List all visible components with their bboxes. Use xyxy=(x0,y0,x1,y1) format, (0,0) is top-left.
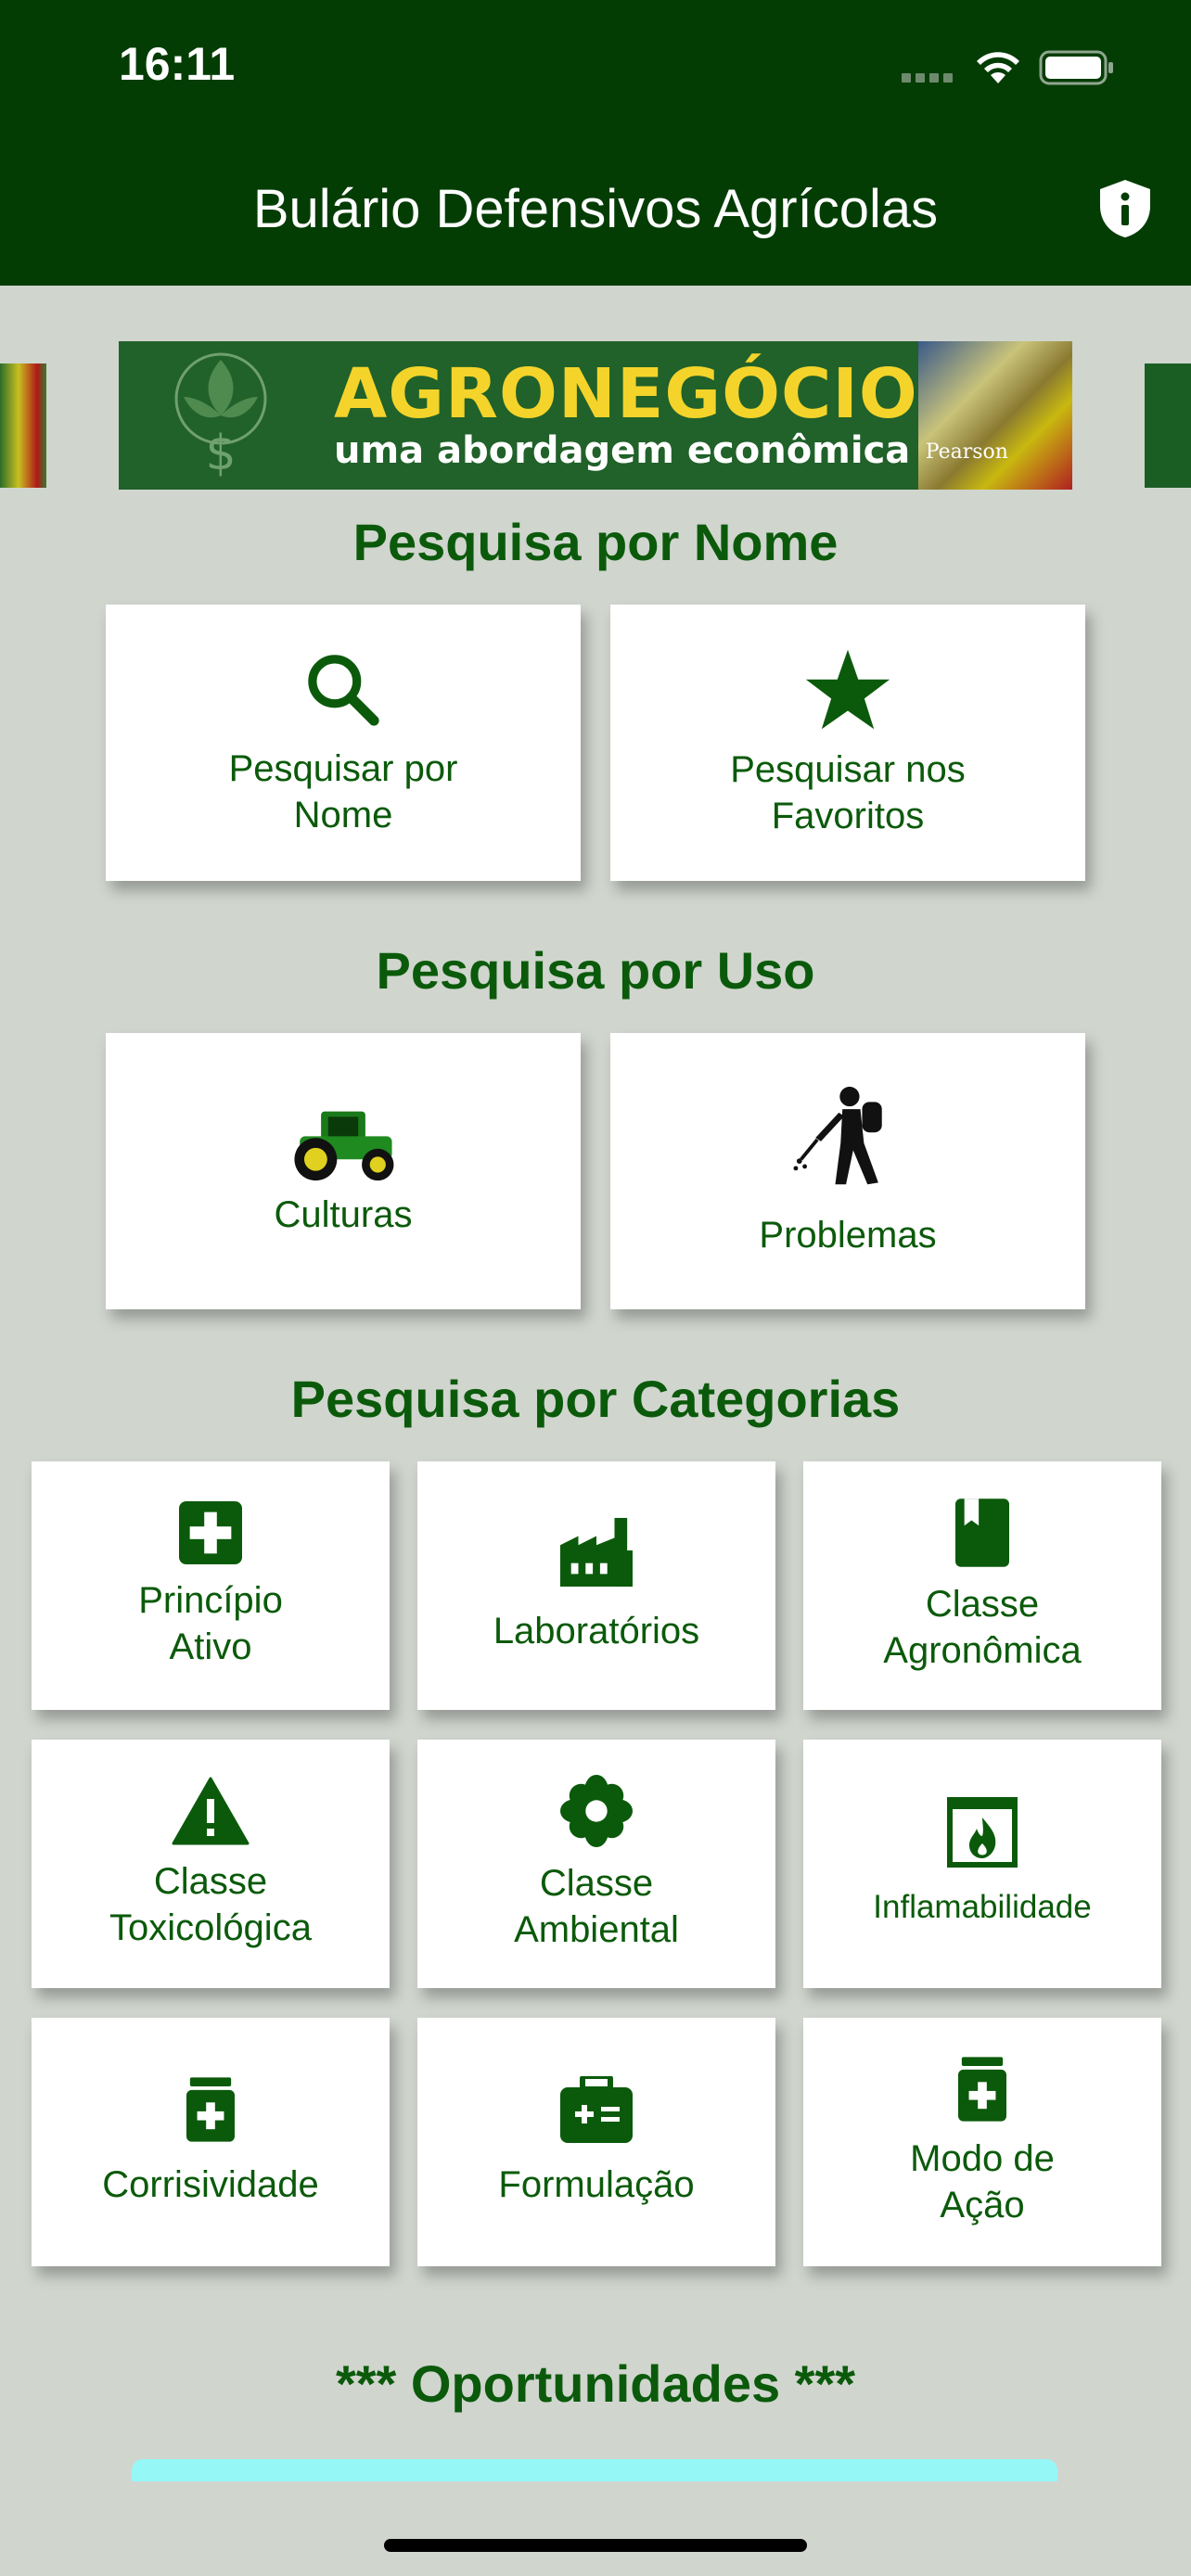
toxicological-class-label: Classe Toxicológica xyxy=(109,1861,312,1948)
opportunities-banner[interactable] xyxy=(132,2459,1057,2481)
flammability-card[interactable]: Inflamabilidade xyxy=(803,1740,1161,1988)
banner-logo: $ xyxy=(119,341,323,490)
flammability-label: Inflamabilidade xyxy=(873,1889,1092,1925)
mode-of-action-card[interactable]: Modo de Ação xyxy=(803,2018,1161,2266)
section-title-opportunities: *** Oportunidades *** xyxy=(335,2354,856,2413)
agronomic-class-card[interactable]: Classe Agronômica xyxy=(803,1461,1161,1710)
toxicological-class-card[interactable]: Classe Toxicológica xyxy=(32,1740,390,1988)
active-ingredient-label: Princípio Ativo xyxy=(138,1580,283,1667)
problems-label: Problemas xyxy=(759,1215,937,1256)
flower-icon xyxy=(560,1775,633,1847)
banner-text: AGRONEGÓCIO uma abordagem econômica xyxy=(323,341,918,490)
page-title: Bulário Defensivos Agrícolas xyxy=(252,179,939,239)
book-icon xyxy=(955,1498,1009,1568)
battery-icon xyxy=(1039,50,1113,85)
corrosivity-card[interactable]: Corrisividade xyxy=(32,2018,390,2266)
banner-publisher: Pearson xyxy=(925,440,1008,464)
formulation-label: Formulação xyxy=(498,2164,695,2205)
crops-label: Culturas xyxy=(274,1194,413,1235)
section-title-by-category: Pesquisa por Categorias xyxy=(290,1370,901,1428)
cellular-signal-icon xyxy=(902,73,954,83)
sprayer-person-icon xyxy=(793,1084,903,1192)
environmental-class-label: Classe Ambiental xyxy=(514,1863,679,1950)
laboratories-label: Laboratórios xyxy=(493,1611,700,1651)
banner-previous[interactable] xyxy=(0,363,46,488)
section-title-by-name: Pesquisa por Nome xyxy=(352,513,839,571)
star-icon xyxy=(801,646,894,733)
problems-card[interactable]: Problemas xyxy=(610,1033,1085,1309)
wifi-icon xyxy=(977,52,1019,83)
medicine-bottle-icon xyxy=(186,2076,235,2143)
banner-subtitle: uma abordagem econômica xyxy=(334,429,911,472)
tractor-icon xyxy=(285,1104,402,1184)
environmental-class-card[interactable]: Classe Ambiental xyxy=(417,1740,775,1988)
shield-info-icon[interactable] xyxy=(1095,178,1156,239)
crops-card[interactable]: Culturas xyxy=(106,1033,581,1309)
agronomic-class-label: Classe Agronômica xyxy=(883,1584,1082,1671)
corrosivity-label: Corrisividade xyxy=(102,2164,319,2205)
banner-title: AGRONEGÓCIO xyxy=(334,354,918,434)
ad-banner[interactable]: $ AGRONEGÓCIO uma abordagem econômica Pe… xyxy=(119,341,1072,490)
status-time: 16:11 xyxy=(119,38,236,90)
svg-text:$: $ xyxy=(205,426,236,481)
banner-photo: Pearson xyxy=(917,341,1072,490)
active-ingredient-card[interactable]: Princípio Ativo xyxy=(32,1461,390,1710)
search-by-name-card[interactable]: Pesquisar por Nome xyxy=(106,605,581,881)
formulation-card[interactable]: Formulação xyxy=(417,2018,775,2266)
medical-plus-icon xyxy=(179,1501,242,1564)
banner-next[interactable] xyxy=(1145,363,1191,488)
home-indicator[interactable] xyxy=(384,2539,807,2552)
search-icon xyxy=(301,647,386,733)
mode-of-action-label: Modo de Ação xyxy=(910,2138,1055,2225)
top-bar: 16:11 Bulário Defensivos Agrícolas xyxy=(0,0,1191,286)
factory-icon xyxy=(560,1517,633,1588)
medkit-icon xyxy=(560,2076,633,2143)
section-title-by-use: Pesquisa por Uso xyxy=(376,941,815,1000)
search-favorites-card[interactable]: Pesquisar nos Favoritos xyxy=(610,605,1085,881)
search-favorites-label: Pesquisar nos Favoritos xyxy=(730,749,966,836)
fire-icon xyxy=(947,1797,1018,1868)
laboratories-card[interactable]: Laboratórios xyxy=(417,1461,775,1710)
warning-icon xyxy=(172,1777,250,1845)
prescription-bottle-icon xyxy=(958,2056,1006,2123)
search-by-name-label: Pesquisar por Nome xyxy=(228,748,458,835)
